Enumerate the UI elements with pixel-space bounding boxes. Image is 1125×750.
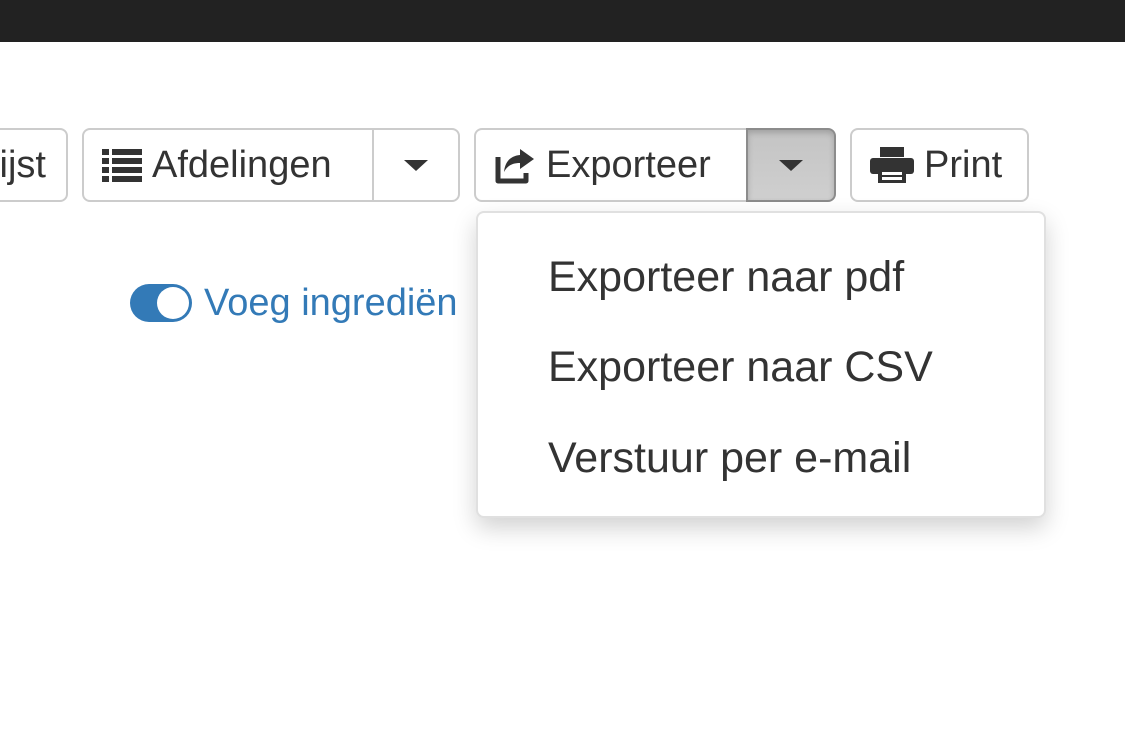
- departments-button-label: Afdelingen: [152, 143, 332, 186]
- export-button-label: Exporteer: [546, 143, 711, 186]
- caret-down-icon: [404, 159, 428, 171]
- departments-button-group: Afdelingen: [82, 128, 460, 202]
- export-dropdown-toggle[interactable]: [746, 128, 836, 202]
- print-button[interactable]: Print: [850, 128, 1029, 202]
- caret-down-icon: [779, 159, 803, 171]
- menu-item-export-csv[interactable]: Exporteer naar CSV: [548, 343, 933, 392]
- export-button[interactable]: Exporteer: [474, 128, 748, 202]
- print-button-label: Print: [924, 143, 1003, 186]
- departments-dropdown-toggle[interactable]: [372, 128, 460, 202]
- list-button[interactable]: ijst: [0, 128, 68, 202]
- add-ingredients-label: Voeg ingrediën: [204, 281, 458, 324]
- top-bar: [0, 0, 1125, 42]
- toggle-knob: [157, 287, 189, 319]
- list-button-label: ijst: [0, 143, 46, 186]
- departments-button[interactable]: Afdelingen: [82, 128, 374, 202]
- print-icon: [870, 145, 914, 185]
- add-ingredients-toggle-row[interactable]: Voeg ingrediën: [130, 280, 475, 326]
- list-icon: [102, 147, 142, 183]
- share-export-icon: [494, 145, 536, 185]
- menu-item-export-pdf[interactable]: Exporteer naar pdf: [548, 253, 904, 302]
- export-dropdown-menu: Exporteer naar pdf Exporteer naar CSV Ve…: [476, 211, 1046, 518]
- menu-item-send-email[interactable]: Verstuur per e-mail: [548, 434, 911, 483]
- export-button-group: Exporteer: [474, 128, 836, 202]
- add-ingredients-toggle[interactable]: [130, 284, 192, 322]
